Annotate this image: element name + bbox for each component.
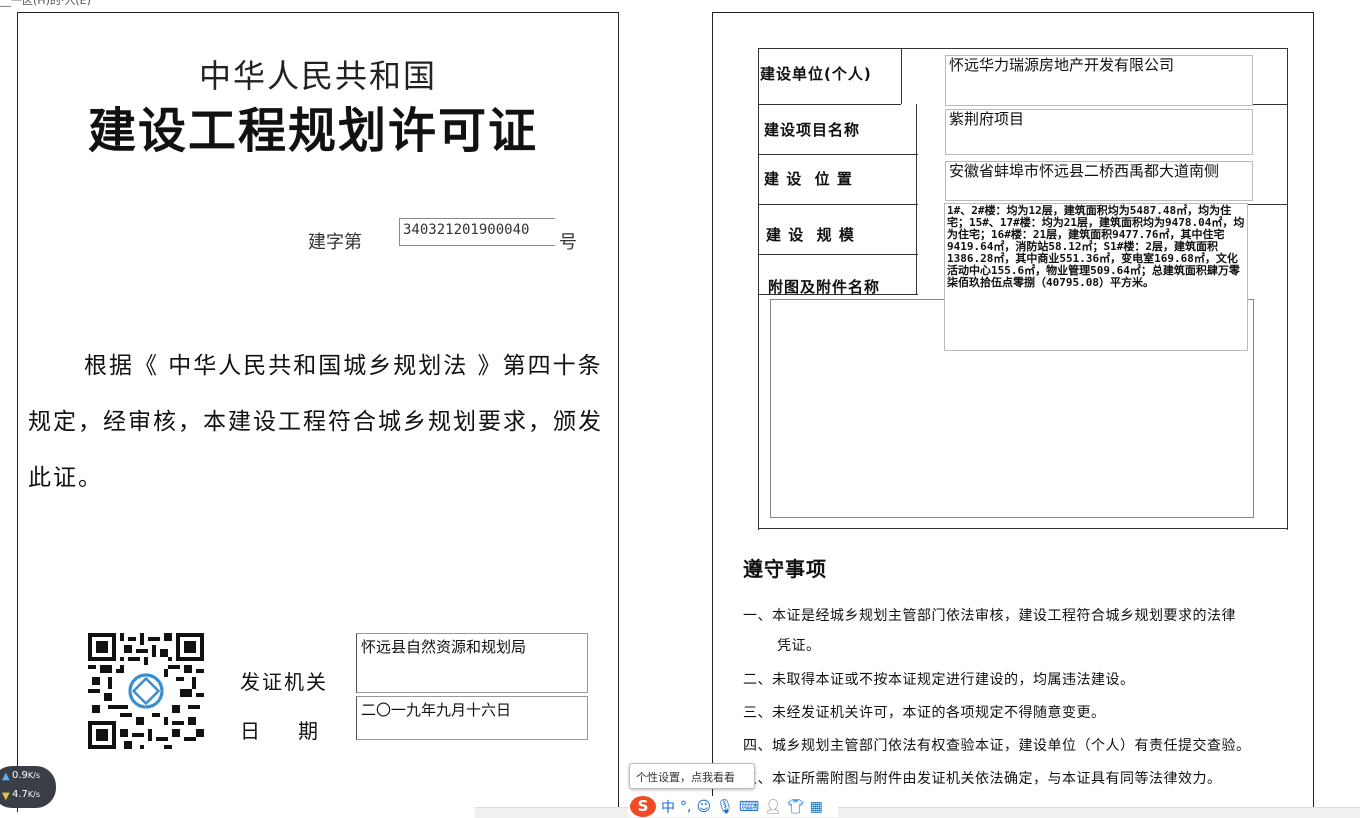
unit-field[interactable]: 怀远华力瑞源房地产开发有限公司 [945,55,1253,106]
notice-item: 五、本证所需附图与附件由发证机关依法确定，与本证具有同等法律效力。 [743,771,1222,787]
project-field[interactable]: 紫荆府项目 [945,109,1253,155]
top-strip: __一区(H)的·入(E) [0,0,1360,7]
keyboard-icon[interactable]: ⌨ [739,799,759,815]
upload-arrow-icon: ▲ [2,771,10,782]
location-field[interactable]: 安徽省蚌埠市怀远县二桥西禹都大道南侧 [945,161,1253,201]
certificate-cover-page: 中华人民共和国 建设工程规划许可证 建字第 340321201900040 号 … [17,12,619,812]
notice-item: 四、城乡规划主管部门依法有权查验本证，建设单位（个人）有责任提交查验。 [743,738,1251,754]
ime-logo-icon[interactable]: S [630,796,656,817]
notice-item: 二、未取得本证或不按本证规定进行建设的，均属违法建设。 [743,672,1135,688]
cut-header-text: __一区(H)的·入(E) [0,0,91,7]
notice-item: 三、未经发证机关许可，本证的各项规定不得随意变更。 [743,705,1106,721]
download-arrow-icon: ▼ [2,791,10,802]
scale-label: 建 设 规 模 [766,226,855,244]
legal-basis-text: 根据《 中华人民共和国城乡规划法 》第四十条规定，经审核，本建设工程符合城乡规划… [28,353,603,491]
upload-speed: 0.9 [12,770,28,781]
detail-table: 建设单位(个人) 建设项目名称 建 设 位 置 建 设 规 模 附图及附件名称 … [758,48,1288,530]
emoji-icon[interactable]: ☺ [696,799,711,815]
issuer-label: 发证机关 [240,670,328,694]
scale-field[interactable]: 1#、2#楼：均为12层，建筑面积均为5487.48㎡，均为住宅；15#、17#… [944,203,1248,351]
ime-toolbar[interactable]: S 中 °, ☺ 🎙︎ ⌨ 👤︎ 👕︎ ▦ [628,796,838,817]
ime-mode-button[interactable]: 中 [661,797,675,817]
date-label: 日期 [240,719,318,743]
date-field[interactable]: 二〇一九年九月十六日 [356,696,588,740]
microphone-icon[interactable]: 🎙︎ [716,799,734,815]
permit-number-field[interactable]: 340321201900040 [399,218,555,246]
legal-basis-paragraph: 根据《 中华人民共和国城乡规划法 》第四十条规定，经审核，本建设工程符合城乡规划… [28,338,618,506]
certificate-detail-page: 建设单位(个人) 建设项目名称 建 设 位 置 建 设 规 模 附图及附件名称 … [712,12,1314,812]
download-speed: 4.7 [12,789,28,800]
project-label: 建设项目名称 [764,121,861,139]
network-speed-widget[interactable]: ▲ 0.9K/s ▼ 4.7K/s [0,766,56,808]
user-icon[interactable]: 👤︎ [764,799,782,815]
unit-label: 建设单位(个人) [760,65,872,83]
skin-icon[interactable]: 👕︎ [787,799,805,815]
notice-title: 遵守事项 [743,557,827,581]
certificate-title: 建设工程规划许可证 [87,103,538,159]
qr-center-logo [128,673,164,709]
qr-code [88,633,204,749]
location-label: 建 设 位 置 [764,170,853,188]
notice-item: 一、本证是经城乡规划主管部门依法审核，建设工程符合城乡规划要求的法律 [743,608,1236,624]
punctuation-button[interactable]: °, [680,799,691,815]
issuer-field[interactable]: 怀远县自然资源和规划局 [356,633,588,693]
notice-item: 凭证。 [777,638,821,654]
horizontal-scrollbar[interactable] [475,807,1360,818]
permit-prefix: 建字第 [308,232,362,253]
grid-icon[interactable]: ▦ [810,799,823,815]
permit-suffix: 号 [559,232,577,253]
ime-tooltip: 个性设置，点我看看 [629,763,755,789]
attachment-label: 附图及附件名称 [768,278,881,296]
